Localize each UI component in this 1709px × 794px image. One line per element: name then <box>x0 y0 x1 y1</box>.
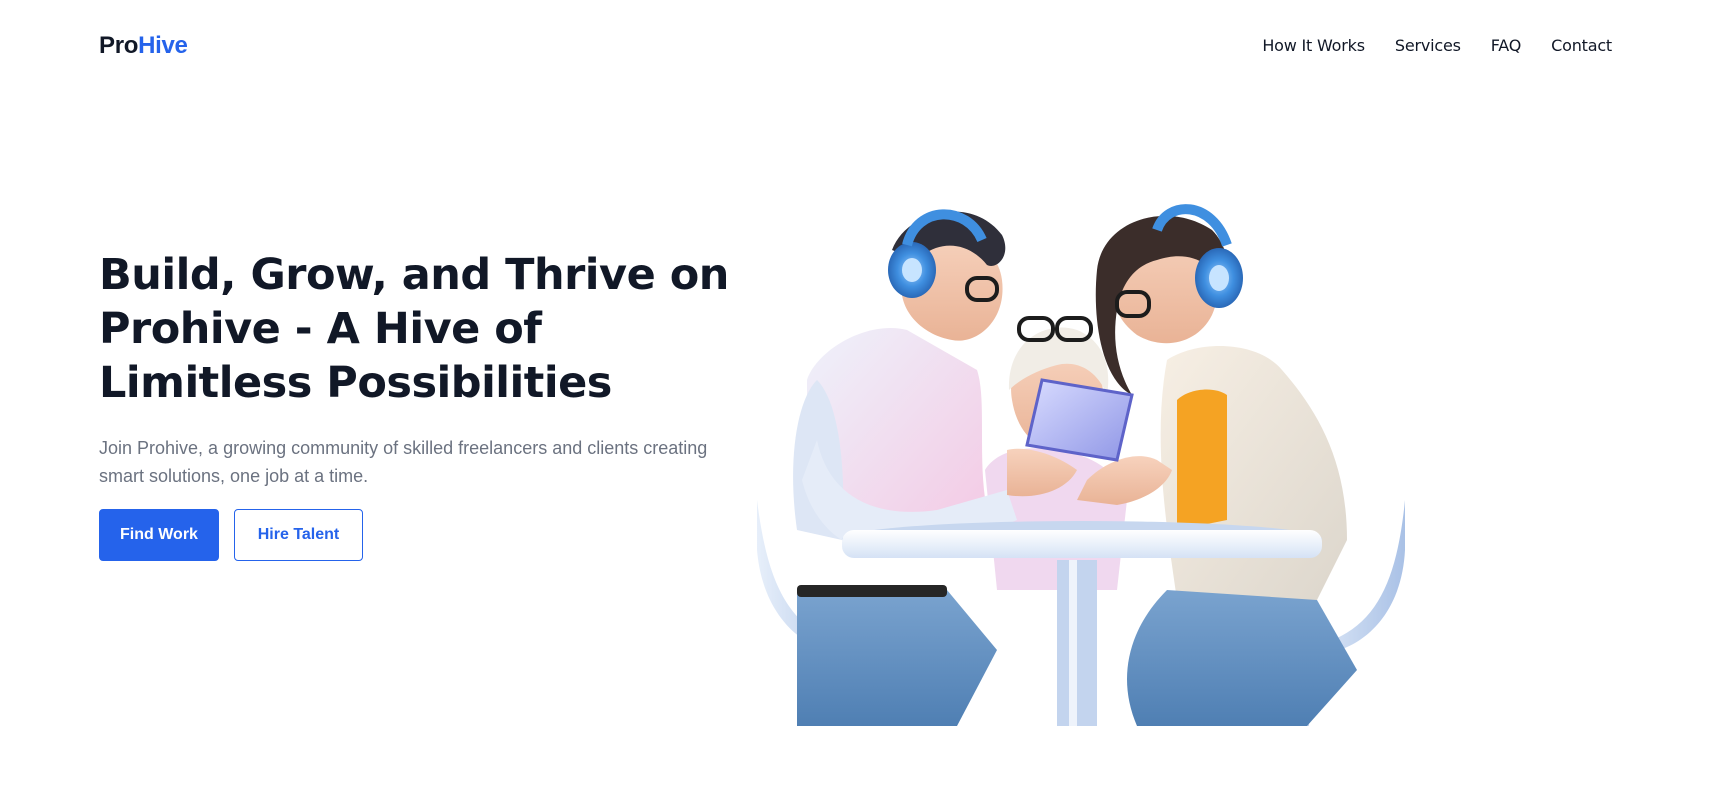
site-header: ProHive How It Works Services FAQ Contac… <box>0 0 1709 92</box>
hero-subtitle: Join Prohive, a growing community of ski… <box>99 438 708 486</box>
page: ProHive How It Works Services FAQ Contac… <box>0 0 1709 794</box>
hero-buttons: Find Work Hire Talent <box>99 509 739 561</box>
nav-link-faq[interactable]: FAQ <box>1491 34 1522 58</box>
nav-link-how-it-works[interactable]: How It Works <box>1262 34 1365 58</box>
logo-text-pro: Pro <box>99 32 139 59</box>
nav-link-services[interactable]: Services <box>1395 34 1461 58</box>
nav-link-contact[interactable]: Contact <box>1551 34 1612 58</box>
hire-talent-button[interactable]: Hire Talent <box>234 509 363 561</box>
find-work-button[interactable]: Find Work <box>99 509 219 561</box>
hero-illustration <box>757 200 1405 726</box>
hero-content: Build, Grow, and Thrive on Prohive - A H… <box>99 248 739 561</box>
main-nav: How It Works Services FAQ Contact <box>1262 34 1612 58</box>
logo-text-hive: Hive <box>138 32 188 59</box>
logo[interactable]: ProHive <box>99 31 188 61</box>
hero-title: Build, Grow, and Thrive on Prohive - A H… <box>99 250 729 408</box>
people-at-table-illustration-icon <box>757 204 1405 726</box>
